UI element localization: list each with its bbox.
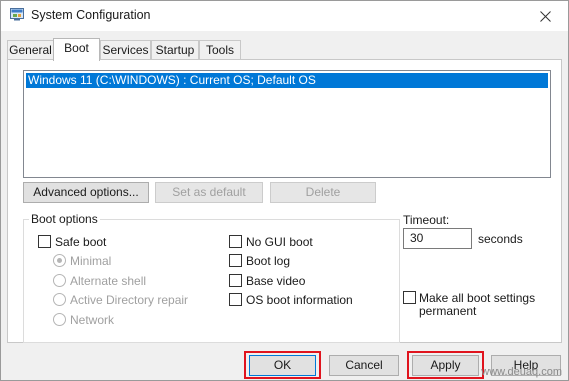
os-boot-information-checkbox[interactable] bbox=[229, 293, 242, 306]
cancel-button[interactable]: Cancel bbox=[329, 355, 399, 376]
make-permanent-label-line2: permanent bbox=[419, 304, 477, 318]
network-radio[interactable] bbox=[53, 313, 66, 326]
make-permanent-label-line1: Make all boot settings bbox=[419, 291, 536, 305]
title-bar: System Configuration bbox=[1, 1, 568, 31]
timeout-label: Timeout: bbox=[403, 213, 450, 227]
active-directory-repair-radio[interactable] bbox=[53, 293, 66, 306]
tab-tools[interactable]: Tools bbox=[199, 40, 241, 60]
base-video-checkbox[interactable] bbox=[229, 274, 242, 287]
apply-highlight-box bbox=[407, 351, 484, 379]
boot-tab-panel: Windows 11 (C:\WINDOWS) : Current OS; De… bbox=[7, 59, 562, 343]
boot-log-checkbox[interactable] bbox=[229, 254, 242, 267]
minimal-radio[interactable] bbox=[53, 254, 66, 267]
os-list-item[interactable]: Windows 11 (C:\WINDOWS) : Current OS; De… bbox=[26, 73, 548, 88]
system-configuration-window: System Configuration General Boot Servic… bbox=[0, 0, 569, 381]
tab-services[interactable]: Services bbox=[100, 40, 151, 60]
active-directory-repair-label: Active Directory repair bbox=[70, 293, 189, 307]
delete-label: Delete bbox=[305, 185, 341, 199]
delete-button[interactable]: Delete bbox=[270, 182, 376, 203]
ok-highlight-box bbox=[244, 351, 321, 379]
tab-boot[interactable]: Boot bbox=[53, 38, 100, 61]
tab-startup[interactable]: Startup bbox=[151, 40, 199, 60]
alternate-shell-radio[interactable] bbox=[53, 274, 66, 287]
no-gui-boot-checkbox[interactable] bbox=[229, 235, 242, 248]
set-as-default-label: Set as default bbox=[172, 185, 246, 199]
os-list[interactable]: Windows 11 (C:\WINDOWS) : Current OS; De… bbox=[23, 70, 551, 178]
timeout-unit-label: seconds bbox=[478, 232, 523, 246]
watermark: www.deuaq.com bbox=[481, 366, 562, 378]
close-button[interactable] bbox=[522, 1, 568, 31]
advanced-options-label: Advanced options... bbox=[33, 185, 139, 199]
cancel-label: Cancel bbox=[345, 358, 383, 372]
tab-general[interactable]: General bbox=[7, 40, 54, 60]
boot-options-legend: Boot options bbox=[29, 212, 100, 226]
network-label: Network bbox=[70, 313, 115, 327]
set-as-default-button[interactable]: Set as default bbox=[155, 182, 263, 203]
safe-boot-checkbox[interactable] bbox=[38, 235, 51, 248]
minimal-label: Minimal bbox=[70, 254, 112, 268]
boot-log-label: Boot log bbox=[246, 254, 291, 268]
base-video-label: Base video bbox=[246, 274, 306, 288]
make-permanent-checkbox[interactable] bbox=[403, 291, 416, 304]
timeout-input[interactable]: 30 bbox=[403, 228, 472, 249]
safe-boot-label: Safe boot bbox=[55, 235, 107, 249]
window-title: System Configuration bbox=[31, 8, 151, 22]
close-icon bbox=[539, 10, 551, 22]
os-boot-information-label: OS boot information bbox=[246, 293, 353, 307]
msconfig-icon bbox=[10, 8, 24, 21]
advanced-options-button[interactable]: Advanced options... bbox=[23, 182, 149, 203]
no-gui-boot-label: No GUI boot bbox=[246, 235, 313, 249]
alternate-shell-label: Alternate shell bbox=[70, 274, 147, 288]
